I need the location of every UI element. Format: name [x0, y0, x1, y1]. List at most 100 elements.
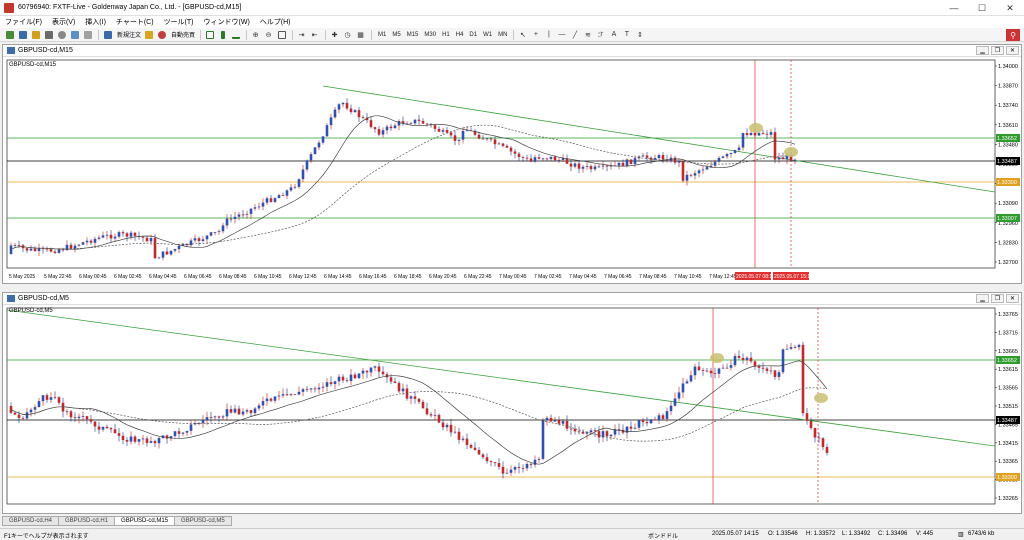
- candle-body: [365, 370, 369, 373]
- candle-body: [605, 431, 609, 437]
- tf-h1[interactable]: H1: [439, 32, 453, 38]
- tab-gbpusd-h4[interactable]: GBPUSD-cd,H4: [2, 516, 60, 526]
- tf-m15[interactable]: M15: [404, 32, 422, 38]
- periods-icon[interactable]: ◷: [342, 29, 353, 40]
- chart-shift-icon[interactable]: ⇤: [309, 29, 320, 40]
- candle-body: [349, 108, 353, 113]
- candle-body: [461, 130, 465, 140]
- chart-minimize-button[interactable]: ▁: [976, 294, 989, 303]
- candle-body: [713, 161, 717, 166]
- candle-body: [513, 467, 517, 470]
- candle-body: [177, 431, 181, 434]
- search-icon[interactable]: ⚲: [1006, 29, 1020, 41]
- price-tick-label: 1.33765: [998, 312, 1018, 318]
- arrows-icon[interactable]: ⇕: [634, 29, 645, 40]
- terminal-icon[interactable]: [69, 29, 80, 40]
- tab-gbpusd-h1[interactable]: GBPUSD-cd,H1: [58, 516, 116, 526]
- price-tick-label: 1.32700: [998, 260, 1018, 266]
- chart-canvas-m15[interactable]: 1.34000 1.33870 1.33740 1.33610 1.33480 1.333…: [3, 58, 1021, 284]
- text-label-icon[interactable]: T: [621, 29, 632, 40]
- new-order-button[interactable]: 新規注文: [115, 30, 143, 39]
- fibonacci-icon[interactable]: ℱ: [595, 29, 606, 40]
- chart-close-button[interactable]: ✕: [1006, 294, 1019, 303]
- chart-close-button[interactable]: ✕: [1006, 46, 1019, 55]
- chart-restore-button[interactable]: ❐: [991, 46, 1004, 55]
- candle-body: [761, 367, 765, 369]
- tf-m1[interactable]: M1: [375, 32, 389, 38]
- cursor-icon[interactable]: ↖: [517, 29, 528, 40]
- zoom-out-icon[interactable]: ⊖: [263, 29, 274, 40]
- auto-scroll-icon[interactable]: ⇥: [296, 29, 307, 40]
- profiles-icon[interactable]: [17, 29, 28, 40]
- tab-gbpusd-m15[interactable]: GBPUSD-cd,M15: [114, 516, 176, 526]
- candle-body: [325, 125, 329, 137]
- tile-windows-icon[interactable]: [276, 29, 287, 40]
- candle-body: [693, 173, 697, 176]
- tf-w1[interactable]: W1: [480, 32, 495, 38]
- price-tick-label: 1.33715: [998, 330, 1018, 336]
- maximize-button[interactable]: ☐: [968, 0, 996, 16]
- line-chart-icon[interactable]: [230, 29, 241, 40]
- candle-body: [113, 429, 117, 434]
- metaeditor-icon[interactable]: [143, 29, 154, 40]
- indicators-icon[interactable]: ✚: [329, 29, 340, 40]
- candle-body: [277, 395, 281, 397]
- candle-body: [757, 366, 761, 368]
- auto-trade-icon[interactable]: [156, 29, 167, 40]
- text-icon[interactable]: A: [608, 29, 619, 40]
- tf-m30[interactable]: M30: [421, 32, 439, 38]
- candle-body: [493, 462, 497, 464]
- data-window-icon[interactable]: [43, 29, 54, 40]
- new-chart-icon[interactable]: [4, 29, 15, 40]
- tab-gbpusd-m5[interactable]: GBPUSD-cd,M5: [174, 516, 232, 526]
- vertical-line-icon[interactable]: |: [543, 29, 554, 40]
- candle-body: [345, 380, 349, 382]
- candle-body: [649, 419, 653, 424]
- candle-body: [569, 428, 573, 430]
- candle-body: [741, 133, 745, 148]
- candle-body: [269, 398, 273, 401]
- candle-body: [245, 213, 249, 215]
- candle-body: [397, 382, 401, 392]
- market-watch-icon[interactable]: [30, 29, 41, 40]
- menu-help[interactable]: ヘルプ(H): [255, 17, 296, 27]
- chart-window-m5[interactable]: GBPUSD-cd,M5 ▁ ❐ ✕ 1.33765 1.33715 1.33665…: [2, 292, 1022, 514]
- menu-view[interactable]: 表示(V): [47, 17, 80, 27]
- chart-restore-button[interactable]: ❐: [991, 294, 1004, 303]
- candle-body: [413, 119, 417, 124]
- chart-window-m15[interactable]: GBPUSD-cd,M15 ▁ ❐ ✕ 1.34000 1.33870 1.3374…: [2, 44, 1022, 284]
- zoom-in-icon[interactable]: ⊕: [250, 29, 261, 40]
- chart-canvas-m5[interactable]: 1.33765 1.33715 1.33665 1.33615 1.33565 1.335…: [3, 306, 1021, 514]
- candlestick-icon[interactable]: [217, 29, 228, 40]
- tf-m5[interactable]: M5: [389, 32, 403, 38]
- new-order-icon[interactable]: [102, 29, 113, 40]
- candle-body: [145, 438, 149, 443]
- templates-icon[interactable]: ▦: [355, 29, 366, 40]
- crosshair-icon[interactable]: +: [530, 29, 541, 40]
- menu-chart[interactable]: チャート(C): [111, 17, 159, 27]
- chart-minimize-button[interactable]: ▁: [976, 46, 989, 55]
- menu-insert[interactable]: 挿入(I): [80, 17, 111, 27]
- candle-body: [525, 157, 529, 159]
- menu-file[interactable]: ファイル(F): [0, 17, 47, 27]
- close-button[interactable]: ✕: [996, 0, 1024, 16]
- tf-h4[interactable]: H4: [453, 32, 467, 38]
- trendline-icon[interactable]: ╱: [569, 29, 580, 40]
- menu-window[interactable]: ウィンドウ(W): [199, 17, 255, 27]
- channel-icon[interactable]: ≋: [582, 29, 593, 40]
- time-axis-label: 6 May 10:45: [254, 274, 282, 280]
- tf-d1[interactable]: D1: [466, 32, 480, 38]
- candle-body: [341, 102, 345, 105]
- bar-chart-icon[interactable]: [204, 29, 215, 40]
- status-traffic: 6743/6 kb: [968, 531, 995, 537]
- candle-body: [33, 248, 37, 252]
- horizontal-line-icon[interactable]: —: [556, 29, 567, 40]
- navigator-icon[interactable]: [56, 29, 67, 40]
- candle-body: [249, 410, 253, 414]
- minimize-button[interactable]: —: [940, 0, 968, 16]
- auto-trade-button[interactable]: 自動売買: [169, 30, 197, 39]
- candle-body: [529, 158, 533, 162]
- menu-tools[interactable]: ツール(T): [159, 17, 199, 27]
- tf-mn[interactable]: MN: [495, 32, 510, 38]
- tester-icon[interactable]: [82, 29, 93, 40]
